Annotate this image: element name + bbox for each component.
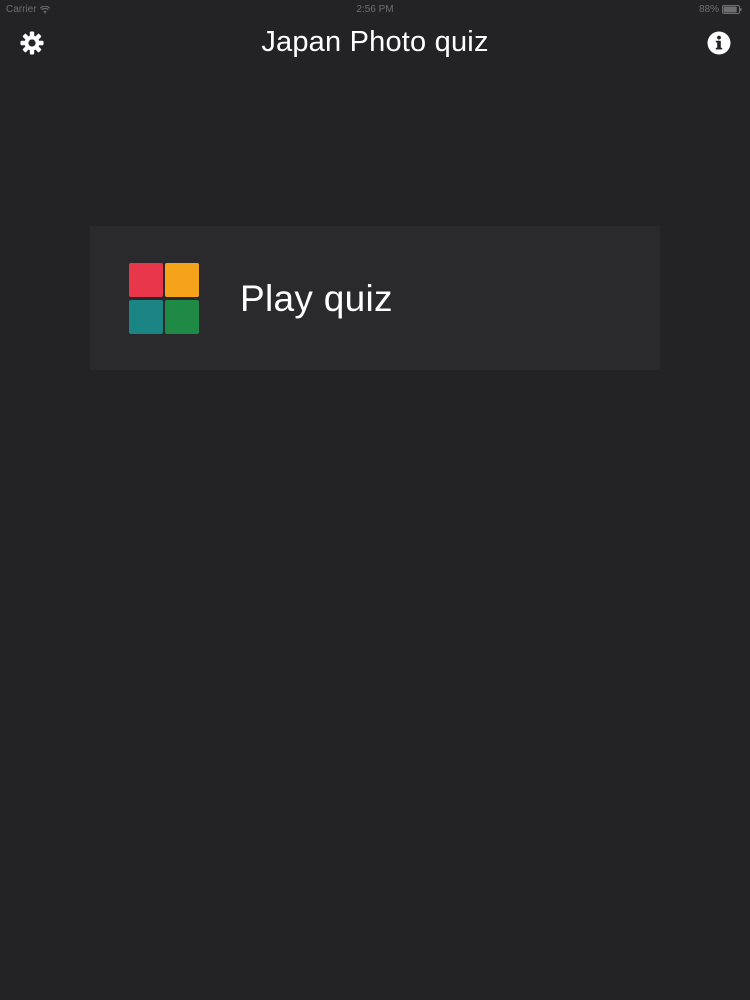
battery-percent: 88% (698, 4, 719, 15)
nav-bar: Japan Photo quiz (0, 20, 750, 68)
battery-icon (722, 5, 742, 14)
info-icon (707, 31, 731, 55)
status-bar: Carrier 2:56 PM 88% (0, 0, 750, 20)
status-time: 2:56 PM (356, 4, 394, 15)
play-quiz-button[interactable]: Play quiz (90, 226, 660, 370)
tile-red (129, 263, 163, 297)
tile-green (165, 300, 199, 334)
play-quiz-label: Play quiz (240, 278, 393, 319)
tile-teal (129, 300, 163, 334)
status-battery-group: 88% (699, 4, 742, 15)
tile-orange (165, 263, 199, 297)
page-title: Japan Photo quiz (261, 26, 489, 58)
quiz-grid-icon (129, 263, 201, 335)
info-button[interactable] (706, 30, 732, 56)
